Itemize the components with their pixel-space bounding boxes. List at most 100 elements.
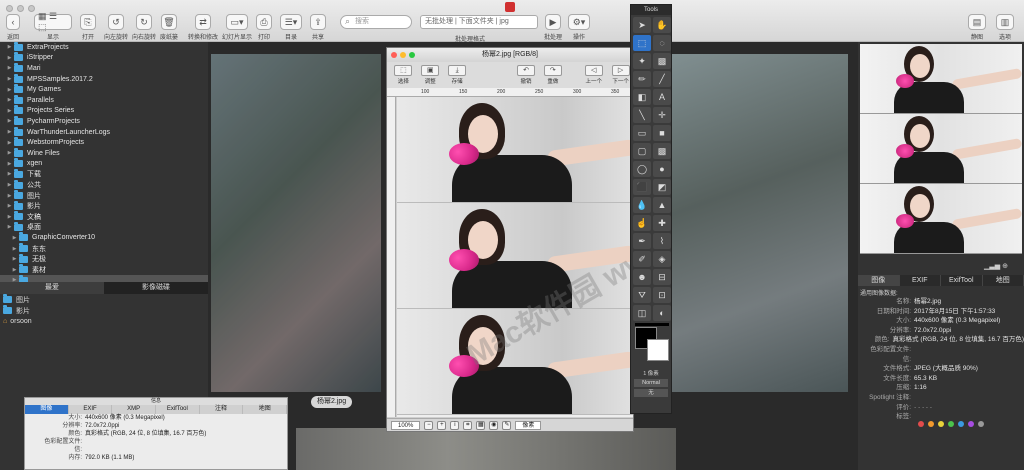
dodge-tool-icon[interactable]: ◐ — [653, 305, 671, 321]
gradient-tool-icon[interactable]: ◩ — [653, 179, 671, 195]
batch-format-select[interactable]: 无批处理 | 下面文件夹 | jpg — [420, 15, 538, 29]
rectangle-tool-icon[interactable]: ▭ — [633, 125, 651, 141]
tab-image[interactable]: 图像 — [858, 275, 900, 286]
disclosure-arrow-icon[interactable]: ▶ — [5, 182, 14, 188]
crosshair-tool-icon[interactable]: ✛ — [653, 107, 671, 123]
sidebar-item[interactable]: ▶ 素材 — [0, 264, 208, 275]
tab-exif[interactable]: EXIF — [900, 275, 941, 286]
ellipse-tool-icon[interactable]: ◯ — [633, 161, 651, 177]
sidebar-item[interactable]: ▶ PycharmProjects — [0, 115, 208, 127]
open-button[interactable]: ⎘ 打开 — [80, 14, 96, 41]
select-button[interactable]: ⬚ 选择 — [391, 65, 416, 85]
hand-tool-icon[interactable]: ✋ — [653, 17, 671, 33]
tab-notes[interactable]: 注释 — [200, 405, 244, 414]
trash-button[interactable]: 🗑 废纸篓 — [160, 14, 178, 41]
bucket-tool-icon[interactable]: ⛛ — [633, 287, 651, 303]
brush-tool-icon[interactable]: ╱ — [653, 71, 671, 87]
measure-tool-icon[interactable]: ⊟ — [653, 269, 671, 285]
disclosure-arrow-icon[interactable]: ▶ — [5, 76, 14, 82]
disclosure-arrow-icon[interactable]: ▶ — [10, 235, 19, 241]
bandage-tool-icon[interactable]: ✚ — [653, 215, 671, 231]
sidebar-item[interactable]: ▶ 桌面 — [0, 221, 208, 233]
sidebar-item[interactable]: ▶ 无极 — [0, 253, 208, 265]
grid-icon[interactable]: ▦ — [476, 420, 486, 430]
favorite-item[interactable]: 影片 — [0, 305, 208, 316]
label-color-dot[interactable] — [978, 421, 984, 427]
disclosure-arrow-icon[interactable]: ▶ — [10, 267, 19, 273]
previous-button[interactable]: ◁ 上一个 — [581, 65, 606, 85]
still-button[interactable]: ▤ 静图 — [968, 14, 986, 41]
blend-mode-select[interactable]: Normal — [634, 379, 668, 387]
marquee-tool-icon[interactable]: ⬚ — [633, 35, 651, 51]
sidebar-item[interactable]: ▶ 公共 — [0, 179, 208, 191]
close-button[interactable] — [391, 52, 397, 58]
favorite-item[interactable]: 图片 — [0, 294, 208, 305]
sidebar-item[interactable]: ▶ MPSSamples.2017.2 — [0, 73, 208, 85]
tab-exiftool[interactable]: ExifTool — [156, 405, 200, 414]
blur-tool-icon[interactable]: 💧 — [633, 197, 651, 213]
unit-select[interactable]: 像素 — [515, 420, 542, 430]
preview-thumbnail[interactable] — [860, 114, 1022, 184]
save-button[interactable]: ⤓ 存储 — [445, 65, 470, 85]
slideshow-button[interactable]: ▭▾ 幻灯片显示 — [222, 14, 252, 41]
search-input[interactable]: 搜索 — [340, 15, 412, 29]
tab-image[interactable]: 图像 — [25, 405, 69, 414]
redo-button[interactable]: ↷ 重做 — [540, 65, 565, 85]
sidebar-item[interactable]: ▶ Mari — [0, 62, 208, 74]
preview-thumbnail[interactable] — [860, 184, 1022, 254]
undo-button[interactable]: ↶ 撤销 — [514, 65, 539, 85]
zoom-in-icon[interactable]: + — [437, 420, 447, 430]
tab-map[interactable]: 地图 — [243, 405, 288, 414]
filled-rounded-rect-tool-icon[interactable]: ▩ — [653, 143, 671, 159]
smudge-tool-icon[interactable]: ☝ — [633, 215, 651, 231]
sidebar-item[interactable]: ▶ WarThunderLauncherLogs — [0, 126, 208, 138]
back-button[interactable]: ‹ 返回 — [6, 14, 20, 41]
tool-icon[interactable]: ✎ — [502, 420, 512, 430]
sidebar-item[interactable]: ▶ Projects Series — [0, 105, 208, 117]
disclosure-arrow-icon[interactable]: ▶ — [5, 65, 14, 71]
zoom-select[interactable]: 100% — [391, 420, 421, 430]
label-color-dot[interactable] — [948, 421, 954, 427]
line-tool-icon[interactable]: ╲ — [633, 107, 651, 123]
disclosure-arrow-icon[interactable]: ▶ — [5, 118, 14, 124]
zoom-button[interactable] — [28, 5, 35, 12]
favorite-item[interactable]: ⌂ orsoon — [0, 316, 208, 327]
replace-tool-icon[interactable]: ⊡ — [653, 287, 671, 303]
sponge-tool-icon[interactable]: ◫ — [633, 305, 651, 321]
disclosure-arrow-icon[interactable]: ▶ — [5, 140, 14, 146]
color-swatches[interactable] — [635, 323, 669, 369]
tab-favorites[interactable]: 最爱 — [0, 282, 104, 294]
sidebar-item[interactable]: ▶ 影片 — [0, 200, 208, 212]
filled-ellipse-tool-icon[interactable]: ● — [653, 161, 671, 177]
sidebar-item[interactable]: ▶ iStripper — [0, 52, 208, 64]
rounded-rect-tool-icon[interactable]: ▢ — [633, 143, 651, 159]
tab-xmp[interactable]: XMP — [112, 405, 157, 414]
thumbnail-preview[interactable] — [296, 428, 676, 470]
pattern-tool-icon[interactable]: ▩ — [653, 53, 671, 69]
color-icon[interactable]: ◉ — [489, 420, 499, 430]
cone-tool-icon[interactable]: ▲ — [653, 197, 671, 213]
eyedropper-tool-icon[interactable]: ⌇ — [653, 233, 671, 249]
magic-wand-tool-icon[interactable]: ✦ — [633, 53, 651, 69]
disclosure-arrow-icon[interactable]: ▶ — [10, 256, 19, 262]
pencil-tool-icon[interactable]: ✏ — [633, 71, 651, 87]
sidebar-item[interactable]: ▶ 东东 — [0, 243, 208, 254]
disclosure-arrow-icon[interactable]: ▶ — [5, 150, 14, 156]
label-color-dot[interactable] — [928, 421, 934, 427]
airbrush-tool-icon[interactable]: ✒ — [633, 233, 651, 249]
disclosure-arrow-icon[interactable]: ▶ — [5, 87, 14, 93]
sidebar-item[interactable]: ▶ Parallels — [0, 94, 208, 106]
crop-icon[interactable]: ⌗ — [463, 420, 473, 430]
sidebar-item[interactable]: ▶ My Games — [0, 84, 208, 95]
disclosure-arrow-icon[interactable]: ▶ — [5, 44, 14, 50]
tab-disk-images[interactable]: 影像磁碟 — [104, 282, 208, 294]
share-button[interactable]: ⇪ 共享 — [310, 14, 326, 41]
thumbnail-filename[interactable]: 杨幂2.jpg — [311, 396, 353, 408]
convert-button[interactable]: ⇄ 转换和修改 — [188, 14, 218, 41]
label-color-dot[interactable] — [938, 421, 944, 427]
eraser-tool-icon[interactable]: ◧ — [633, 89, 651, 105]
disclosure-arrow-icon[interactable]: ▶ — [5, 214, 14, 220]
info-icon[interactable]: i — [450, 420, 460, 430]
rotate-left-button[interactable]: ↺ 向左旋转 — [104, 14, 128, 41]
minimize-button[interactable] — [17, 5, 24, 12]
